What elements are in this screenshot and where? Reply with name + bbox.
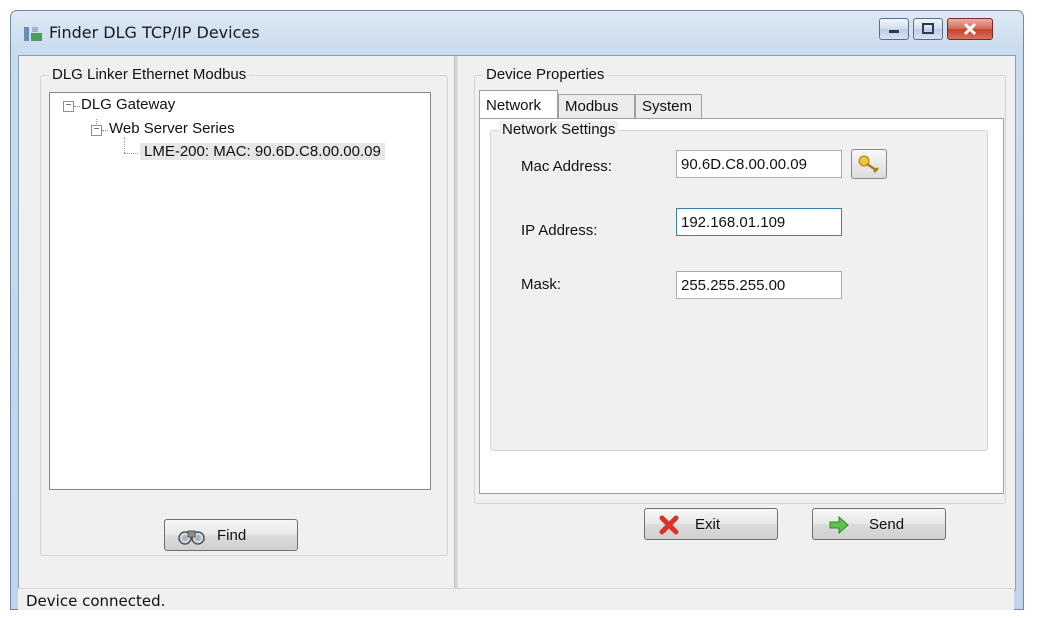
device-properties-label: Device Properties [483, 66, 608, 83]
window-title: Finder DLG TCP/IP Devices [49, 23, 260, 42]
tree-line [74, 106, 80, 107]
network-tab-body: Network Settings Mac Address: 90.6D.C8.0… [479, 118, 1004, 494]
collapse-dlg-gateway[interactable]: − [63, 101, 74, 112]
network-settings-label: Network Settings [499, 121, 619, 138]
minimize-icon [889, 30, 899, 33]
mac-key-button[interactable] [851, 149, 887, 179]
send-button[interactable]: Send [812, 508, 946, 540]
find-button-label: Find [217, 527, 247, 544]
tree-line [124, 137, 125, 153]
find-button[interactable]: Find [164, 519, 298, 551]
binoculars-icon [178, 530, 205, 545]
exit-button[interactable]: Exit [644, 508, 778, 540]
network-settings-group: Network Settings Mac Address: 90.6D.C8.0… [490, 121, 988, 451]
status-text: Device connected. [26, 592, 166, 610]
tree-line [102, 130, 108, 131]
send-button-label: Send [869, 516, 905, 533]
send-arrow-icon [829, 516, 849, 534]
ip-address-label: IP Address: [521, 222, 598, 239]
tree-line [124, 153, 138, 154]
title-bar[interactable]: Finder DLG TCP/IP Devices [11, 11, 1023, 55]
tab-network[interactable]: Network [479, 90, 558, 118]
minimize-button[interactable] [879, 18, 909, 40]
tree-item-dlg-gateway[interactable]: DLG Gateway [81, 96, 175, 113]
close-button[interactable] [947, 18, 993, 40]
mac-address-field[interactable]: 90.6D.C8.00.00.09 [676, 150, 842, 178]
tree-item-lme-200[interactable]: LME-200: MAC: 90.6D.C8.00.00.09 [140, 143, 385, 160]
key-icon [858, 155, 879, 173]
splitter[interactable] [454, 56, 458, 590]
mask-field[interactable]: 255.255.255.00 [676, 271, 842, 299]
maximize-button[interactable] [913, 18, 943, 40]
mask-label: Mask: [521, 276, 562, 293]
exit-x-icon [659, 515, 679, 535]
device-tree[interactable]: − DLG Gateway − Web Server Series LME-20… [49, 92, 431, 490]
ip-address-field[interactable]: 192.168.01.109 [676, 208, 842, 236]
mac-address-label: Mac Address: [521, 158, 612, 175]
linker-group-label: DLG Linker Ethernet Modbus [49, 66, 250, 83]
main-window: Finder DLG TCP/IP Devices DLG Linker Eth… [10, 10, 1024, 610]
maximize-icon [922, 23, 934, 34]
app-icon [24, 27, 42, 41]
status-bar: Device connected. [18, 588, 1014, 610]
exit-button-label: Exit [695, 516, 721, 533]
tab-system[interactable]: System [635, 94, 702, 118]
collapse-web-server-series[interactable]: − [91, 125, 102, 136]
tree-item-web-server-series[interactable]: Web Server Series [109, 120, 235, 137]
tab-modbus[interactable]: Modbus [558, 94, 635, 118]
properties-tabs: Network Modbus System Network Settings M… [477, 90, 1007, 497]
close-icon [963, 22, 977, 36]
